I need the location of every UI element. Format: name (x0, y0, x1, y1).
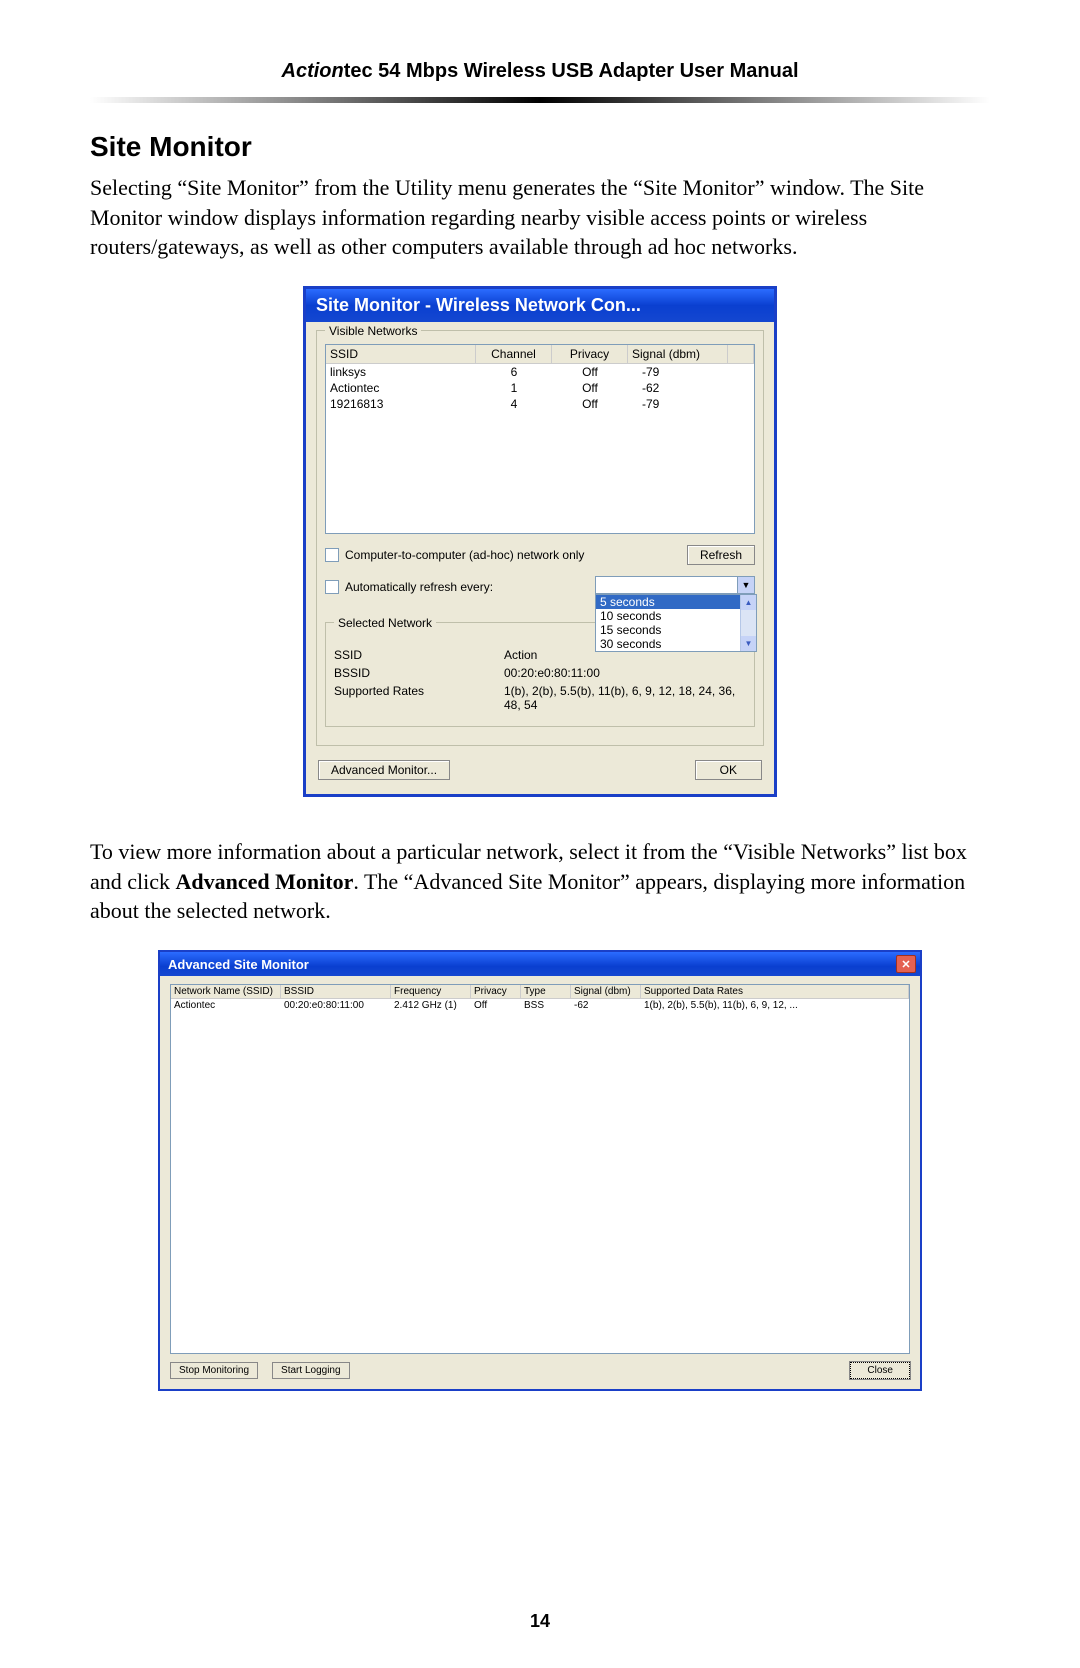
chevron-down-icon[interactable]: ▼ (737, 577, 754, 593)
visible-networks-legend: Visible Networks (325, 324, 421, 338)
col-pad (728, 345, 754, 364)
sel-rates-label: Supported Rates (334, 684, 504, 712)
page-header: Actiontec 54 Mbps Wireless USB Adapter U… (90, 60, 990, 83)
sel-ssid-label: SSID (334, 648, 504, 662)
cell: -62 (571, 999, 641, 1012)
page-number: 14 (0, 1611, 1080, 1632)
refresh-interval-dropdown[interactable]: ▼ 5 seconds 10 seconds 15 seconds 30 sec… (595, 576, 755, 594)
start-logging-button[interactable]: Start Logging (272, 1362, 350, 1379)
col-ssid[interactable]: SSID (326, 345, 476, 364)
col-signal[interactable]: Signal (dbm) (628, 345, 728, 364)
sel-bssid-label: BSSID (334, 666, 504, 680)
cell: Actiontec (326, 380, 476, 396)
cell: Off (552, 364, 628, 380)
advanced-networks-list[interactable]: Network Name (SSID) BSSID Frequency Priv… (170, 984, 910, 1354)
table-row[interactable]: Actiontec 1 Off -62 (326, 380, 754, 396)
dropdown-option[interactable]: 5 seconds (596, 595, 756, 609)
adhoc-label: Computer-to-computer (ad-hoc) network on… (345, 548, 584, 562)
selected-network-legend: Selected Network (334, 616, 436, 630)
advanced-titlebar: Advanced Site Monitor ✕ (160, 952, 920, 976)
sel-rates-value: 1(b), 2(b), 5.5(b), 11(b), 6, 9, 12, 18,… (504, 684, 746, 712)
dropdown-list[interactable]: 5 seconds 10 seconds 15 seconds 30 secon… (595, 594, 757, 652)
ok-button[interactable]: OK (695, 760, 762, 780)
cell: linksys (326, 364, 476, 380)
site-monitor-window: Site Monitor - Wireless Network Con... V… (303, 286, 777, 797)
visible-networks-group: Visible Networks SSID Channel Privacy Si… (316, 330, 764, 746)
visible-networks-list[interactable]: SSID Channel Privacy Signal (dbm) linksy… (325, 344, 755, 534)
cell: Off (552, 396, 628, 412)
cell: 4 (476, 396, 552, 412)
stop-monitoring-button[interactable]: Stop Monitoring (170, 1362, 258, 1379)
cell: -62 (628, 380, 728, 396)
cell: 1 (476, 380, 552, 396)
dropdown-option[interactable]: 15 seconds (596, 623, 756, 637)
section-title: Site Monitor (90, 131, 990, 163)
dropdown-option[interactable]: 10 seconds (596, 609, 756, 623)
cell: BSS (521, 999, 571, 1012)
site-monitor-titlebar: Site Monitor - Wireless Network Con... (306, 289, 774, 322)
adhoc-checkbox[interactable] (325, 548, 339, 562)
dropdown-option[interactable]: 30 seconds (596, 637, 756, 651)
col-channel[interactable]: Channel (476, 345, 552, 364)
col-signal[interactable]: Signal (dbm) (571, 985, 641, 999)
col-bssid[interactable]: BSSID (281, 985, 391, 999)
cell: Off (471, 999, 521, 1012)
table-row[interactable]: linksys 6 Off -79 (326, 364, 754, 380)
col-rates[interactable]: Supported Data Rates (641, 985, 909, 999)
cell: 19216813 (326, 396, 476, 412)
advanced-title-text: Advanced Site Monitor (168, 957, 309, 972)
intro-paragraph: Selecting “Site Monitor” from the Utilit… (90, 173, 990, 262)
second-paragraph: To view more information about a particu… (90, 837, 990, 926)
cell: 00:20:e0:80:11:00 (281, 999, 391, 1012)
header-rule (90, 97, 990, 103)
col-ssid[interactable]: Network Name (SSID) (171, 985, 281, 999)
col-freq[interactable]: Frequency (391, 985, 471, 999)
col-type[interactable]: Type (521, 985, 571, 999)
table-row[interactable]: 19216813 4 Off -79 (326, 396, 754, 412)
autorefresh-checkbox[interactable] (325, 580, 339, 594)
refresh-button[interactable]: Refresh (687, 545, 755, 565)
brand-rest: tec 54 Mbps Wireless USB Adapter User Ma… (344, 60, 799, 82)
dropdown-scrollbar[interactable]: ▲ ▼ (740, 595, 756, 651)
cell: 1(b), 2(b), 5.5(b), 11(b), 6, 9, 12, ... (641, 999, 909, 1012)
adv-header-row: Network Name (SSID) BSSID Frequency Priv… (171, 985, 909, 999)
cell: 6 (476, 364, 552, 380)
cell: -79 (628, 396, 728, 412)
autorefresh-label: Automatically refresh every: (345, 580, 493, 594)
cell: 2.412 GHz (1) (391, 999, 471, 1012)
advanced-monitor-button[interactable]: Advanced Monitor... (318, 760, 450, 780)
scroll-down-icon[interactable]: ▼ (741, 636, 756, 651)
close-icon[interactable]: ✕ (896, 955, 916, 973)
scroll-up-icon[interactable]: ▲ (741, 595, 756, 610)
table-row[interactable]: Actiontec 00:20:e0:80:11:00 2.412 GHz (1… (171, 999, 909, 1012)
cell: Off (552, 380, 628, 396)
col-privacy[interactable]: Privacy (471, 985, 521, 999)
para2-bold: Advanced Monitor (176, 869, 354, 894)
cell: -79 (628, 364, 728, 380)
cell: Actiontec (171, 999, 281, 1012)
advanced-site-monitor-window: Advanced Site Monitor ✕ Network Name (SS… (158, 950, 922, 1391)
sel-bssid-value: 00:20:e0:80:11:00 (504, 666, 746, 680)
col-privacy[interactable]: Privacy (552, 345, 628, 364)
close-button[interactable]: Close (850, 1362, 910, 1379)
table-header-row: SSID Channel Privacy Signal (dbm) (326, 345, 754, 364)
brand-italic: Action (282, 60, 344, 82)
